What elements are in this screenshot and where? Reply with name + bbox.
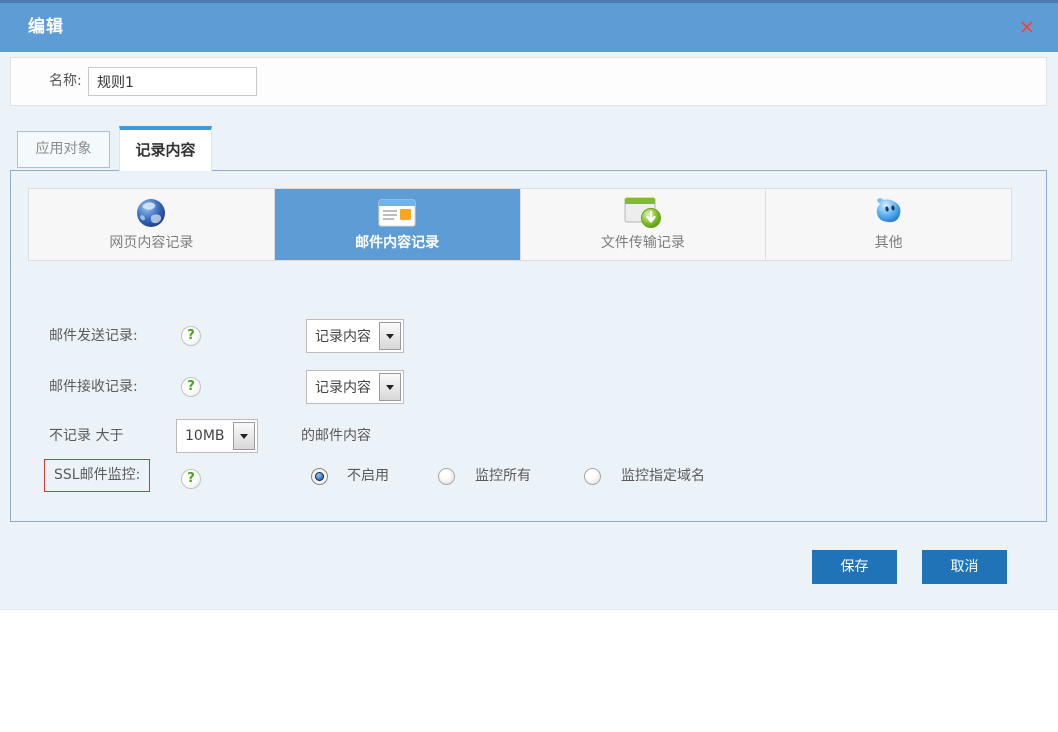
file-transfer-icon xyxy=(624,196,662,229)
globe-icon xyxy=(135,196,167,229)
help-icon[interactable]: ? xyxy=(181,377,201,397)
radio-ssl-disabled-label[interactable]: 不启用 xyxy=(347,458,389,494)
mail-icon xyxy=(378,196,416,229)
mail-send-select[interactable]: 记录内容 xyxy=(306,319,404,353)
mail-receive-select[interactable]: 记录内容 xyxy=(306,370,404,404)
card-other[interactable]: 其他 xyxy=(766,189,1011,260)
mail-receive-select-value: 记录内容 xyxy=(307,377,379,397)
radio-ssl-disabled[interactable] xyxy=(311,468,328,485)
record-type-cards: 网页内容记录 邮件内容记录 xyxy=(28,188,1012,261)
chat-bubble-icon xyxy=(874,196,904,229)
card-web-content[interactable]: 网页内容记录 xyxy=(29,189,275,260)
card-label: 其他 xyxy=(875,232,903,252)
name-label: 名称: xyxy=(49,58,82,105)
radio-ssl-monitor-domains-label[interactable]: 监控指定域名 xyxy=(621,458,705,494)
dialog-header: 编辑 ✕ xyxy=(0,3,1058,52)
size-limit-select[interactable]: 10MB xyxy=(176,419,258,453)
mail-send-label: 邮件发送记录: xyxy=(49,318,138,354)
ssl-monitor-row: SSL邮件监控: ? 不启用 监控所有 监控指定域名 xyxy=(11,458,1046,494)
card-label: 邮件内容记录 xyxy=(355,232,439,252)
size-limit-row: 不记录 大于 10MB 的邮件内容 xyxy=(11,418,1046,454)
edit-rule-dialog: 编辑 ✕ 名称: 应用对象 记录内容 xyxy=(0,0,1058,610)
mail-receive-label: 邮件接收记录: xyxy=(49,369,138,405)
size-limit-select-value: 10MB xyxy=(177,428,233,444)
card-file-transfer[interactable]: 文件传输记录 xyxy=(521,189,767,260)
mail-send-row: 邮件发送记录: ? 记录内容 xyxy=(11,318,1046,354)
radio-ssl-monitor-all[interactable] xyxy=(438,468,455,485)
dialog-title: 编辑 xyxy=(28,3,64,52)
name-input[interactable] xyxy=(88,67,257,96)
name-row: 名称: xyxy=(10,57,1047,106)
mail-receive-row: 邮件接收记录: ? 记录内容 xyxy=(11,369,1046,405)
radio-ssl-monitor-domains[interactable] xyxy=(584,468,601,485)
dropdown-arrow-icon[interactable] xyxy=(379,373,401,401)
help-icon[interactable]: ? xyxy=(181,326,201,346)
help-icon[interactable]: ? xyxy=(181,469,201,489)
size-limit-prefix: 不记录 大于 xyxy=(49,418,123,454)
card-label: 网页内容记录 xyxy=(109,232,193,252)
size-limit-suffix: 的邮件内容 xyxy=(301,418,371,454)
card-label: 文件传输记录 xyxy=(601,232,685,252)
save-button[interactable]: 保存 xyxy=(812,550,897,584)
tab-record-content[interactable]: 记录内容 xyxy=(119,126,212,171)
close-icon[interactable]: ✕ xyxy=(1014,15,1040,41)
dropdown-arrow-icon[interactable] xyxy=(379,322,401,350)
card-mail-content[interactable]: 邮件内容记录 xyxy=(275,189,521,260)
cancel-button[interactable]: 取消 xyxy=(922,550,1007,584)
radio-ssl-monitor-all-label[interactable]: 监控所有 xyxy=(475,458,531,494)
mail-send-select-value: 记录内容 xyxy=(307,326,379,346)
tab-apply-target[interactable]: 应用对象 xyxy=(17,131,110,168)
dropdown-arrow-icon[interactable] xyxy=(233,422,255,450)
ssl-monitor-label-highlight: SSL邮件监控: xyxy=(44,459,150,492)
record-content-panel: 网页内容记录 邮件内容记录 xyxy=(10,170,1047,522)
